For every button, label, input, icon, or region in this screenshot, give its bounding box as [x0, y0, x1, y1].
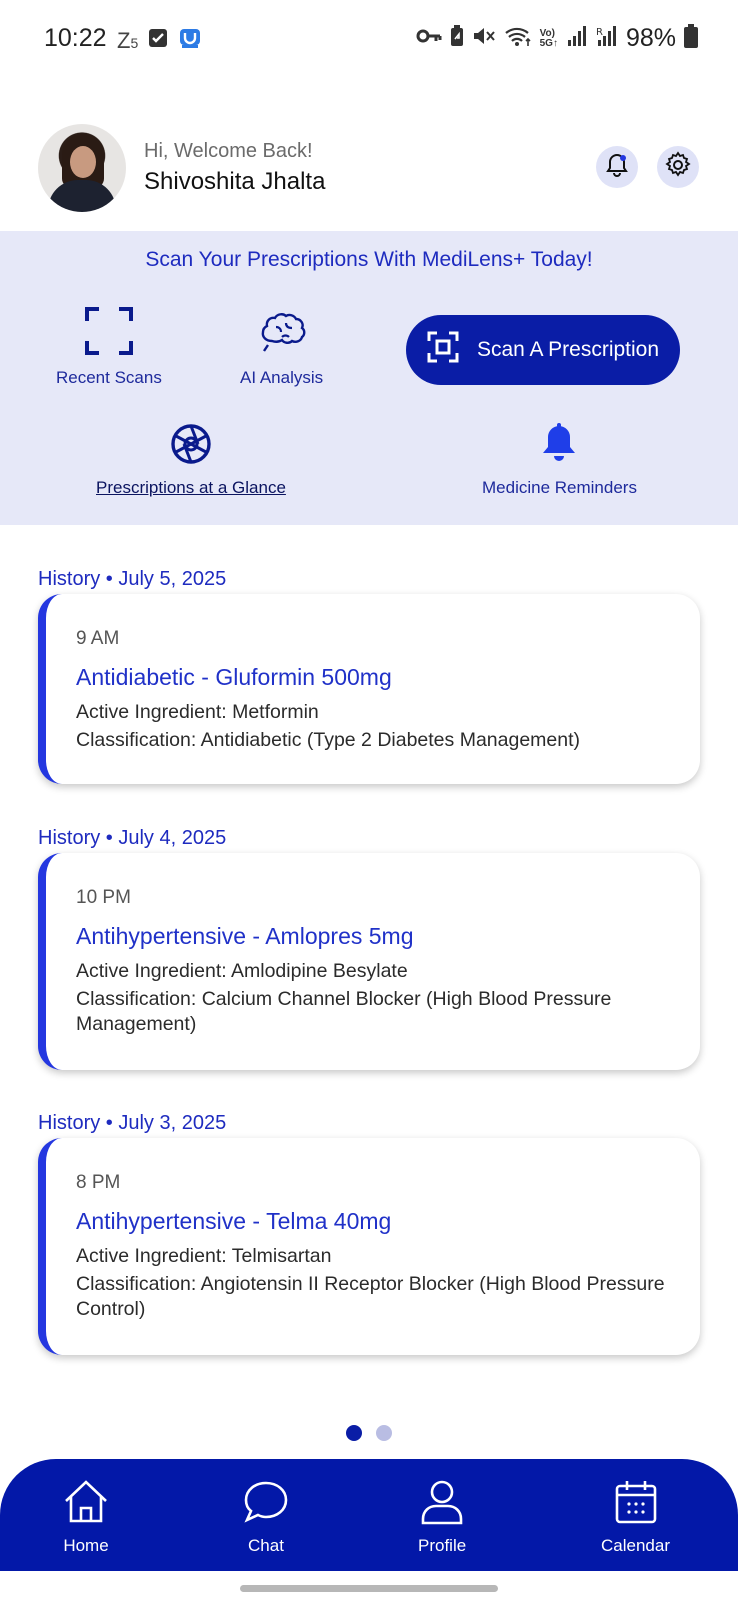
chat-icon: [241, 1479, 291, 1530]
scan-icon: [427, 331, 459, 369]
signal-roaming-icon: R: [596, 25, 618, 52]
card-ingredient: Active Ingredient: Amlodipine Besylate: [76, 960, 408, 982]
user-name: Shivoshita Jhalta: [144, 168, 326, 195]
card-title: Antihypertensive - Telma 40mg: [76, 1208, 392, 1234]
settings-button[interactable]: [657, 146, 699, 188]
history-card[interactable]: 8 PM Antihypertensive - Telma 40mg Activ…: [38, 1138, 700, 1355]
card-title: Antihypertensive - Amlopres 5mg: [76, 923, 414, 949]
prescriptions-glance-button[interactable]: Prescriptions at a Glance: [96, 423, 286, 498]
status-time: 10:22: [44, 24, 107, 52]
user-icon: [418, 1479, 466, 1530]
home-icon: [62, 1479, 110, 1530]
card-classification: Classification: Antidiabetic (Type 2 Dia…: [76, 729, 581, 751]
gear-icon: [664, 150, 692, 184]
card-classification: Classification: Calcium Channel Blocker …: [76, 988, 612, 1035]
aperture-icon: [170, 423, 212, 470]
panel-title: Scan Your Prescriptions With MediLens+ T…: [145, 248, 593, 271]
history-date-header: History • July 5, 2025: [38, 568, 227, 590]
ai-analysis-button[interactable]: AI Analysis: [240, 307, 323, 388]
card-classification: Classification: Angiotensin II Receptor …: [76, 1273, 665, 1320]
nav-chat[interactable]: Chat: [241, 1479, 291, 1556]
volte-icon: Vo) 5G↑: [539, 27, 558, 49]
medicine-reminders-button[interactable]: Medicine Reminders: [482, 423, 637, 498]
header: Hi, Welcome Back! Shivoshita Jhalta: [0, 124, 738, 216]
battery-icon: [684, 24, 698, 53]
nav-calendar[interactable]: Calendar: [601, 1479, 670, 1556]
battery-percent: 98%: [625, 24, 676, 52]
scan-prescription-button[interactable]: Scan A Prescription: [406, 315, 680, 385]
recent-scans-label: Recent Scans: [56, 368, 162, 387]
medicine-reminders-label: Medicine Reminders: [482, 478, 637, 497]
history-date-header: History • July 4, 2025: [38, 827, 227, 849]
nav-calendar-label: Calendar: [601, 1536, 670, 1555]
card-ingredient: Active Ingredient: Telmisartan: [76, 1245, 332, 1267]
brain-icon: [258, 307, 306, 360]
page-dot[interactable]: [376, 1425, 392, 1441]
recent-scans-button[interactable]: Recent Scans: [56, 307, 162, 388]
nav-home-label: Home: [63, 1536, 109, 1555]
card-title: Antidiabetic - Gluformin 500mg: [76, 664, 392, 690]
history-card[interactable]: 9 AM Antidiabetic - Gluformin 500mg Acti…: [38, 594, 700, 784]
z5-icon: Z5: [117, 27, 139, 53]
history-date-header: History • July 3, 2025: [38, 1112, 227, 1134]
scan-panel: Scan Your Prescriptions With MediLens+ T…: [0, 231, 738, 525]
battery-saver-icon: [450, 25, 464, 52]
calendar-icon: [614, 1479, 658, 1530]
card-time: 10 PM: [76, 887, 131, 908]
nav-profile[interactable]: Profile: [418, 1479, 466, 1556]
checkbox-icon: [148, 28, 168, 53]
svg-text:R: R: [596, 27, 603, 38]
avatar[interactable]: [38, 124, 126, 212]
history-card[interactable]: 10 PM Antihypertensive - Amlopres 5mg Ac…: [38, 853, 700, 1070]
ai-analysis-label: AI Analysis: [240, 368, 324, 387]
greeting-text: Hi, Welcome Back!: [144, 140, 313, 162]
mute-icon: [472, 25, 496, 52]
card-time: 9 AM: [76, 628, 120, 649]
prescriptions-glance-label: Prescriptions at a Glance: [96, 478, 286, 497]
scan-frame-icon: [84, 307, 133, 360]
page-indicator[interactable]: [346, 1425, 392, 1441]
status-bar: 10:22 Z5 Vo) 5G↑ R 98%: [0, 0, 738, 80]
card-ingredient: Active Ingredient: Metformin: [76, 701, 319, 723]
bottom-nav: Home Chat Profile Calendar: [0, 1459, 738, 1571]
page-dot-active[interactable]: [346, 1425, 362, 1441]
nav-profile-label: Profile: [418, 1536, 467, 1555]
bell-filled-icon: [539, 423, 579, 470]
bell-icon: [604, 152, 630, 183]
signal-icon: [566, 25, 588, 52]
app-badge-icon: [178, 26, 202, 55]
notifications-button[interactable]: [596, 146, 638, 188]
card-time: 8 PM: [76, 1172, 121, 1193]
key-icon: [416, 28, 442, 49]
scan-prescription-label: Scan A Prescription: [476, 338, 660, 361]
gesture-home-bar[interactable]: [240, 1585, 498, 1592]
nav-home[interactable]: Home: [62, 1479, 110, 1556]
nav-chat-label: Chat: [248, 1536, 284, 1555]
wifi-icon: [504, 25, 532, 52]
